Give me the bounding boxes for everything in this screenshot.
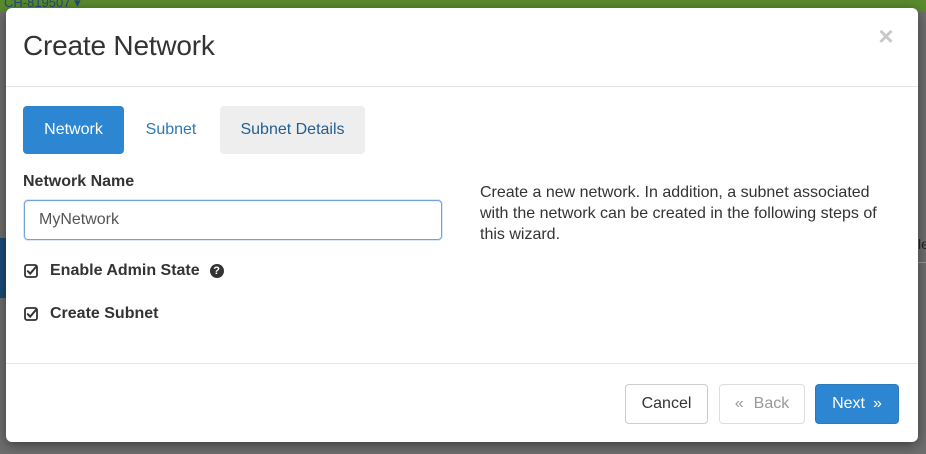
enable-admin-state-label[interactable]: Enable Admin State [50,262,200,280]
question-circle-icon[interactable]: ? [209,264,224,278]
next-arrow-icon: » [873,395,882,412]
back-button[interactable]: « Back [719,384,805,424]
modal-header: Create Network × [6,8,918,87]
create-subnet-row: Create Subnet [24,303,158,325]
tab-subnet[interactable]: Subnet [131,106,211,154]
next-button[interactable]: Next » [815,384,899,424]
background-divider [918,262,926,263]
tab-subnet-details[interactable]: Subnet Details [220,106,365,154]
tab-network[interactable]: Network [23,106,124,154]
create-network-modal: Create Network × Network Subnet Subnet D… [6,8,918,442]
cancel-button[interactable]: Cancel [625,384,708,424]
create-subnet-label[interactable]: Create Subnet [50,305,158,323]
enable-admin-state-row: Enable Admin State ? [24,260,224,282]
cancel-button-label: Cancel [641,395,692,412]
help-text: Create a new network. In addition, a sub… [480,184,877,243]
next-button-label: Next [832,395,865,412]
modal-footer: Cancel « Back Next » [6,363,918,442]
back-arrow-icon: « [734,395,744,412]
checkbox-checked-icon[interactable] [24,264,38,278]
network-name-input[interactable] [24,200,442,240]
checkbox-checked-icon[interactable] [24,307,38,321]
network-name-label: Network Name [23,173,135,190]
close-icon[interactable]: × [874,22,898,50]
modal-title: Create Network [23,30,215,61]
back-button-label: Back [753,395,790,412]
background-table-header: le [918,236,926,252]
